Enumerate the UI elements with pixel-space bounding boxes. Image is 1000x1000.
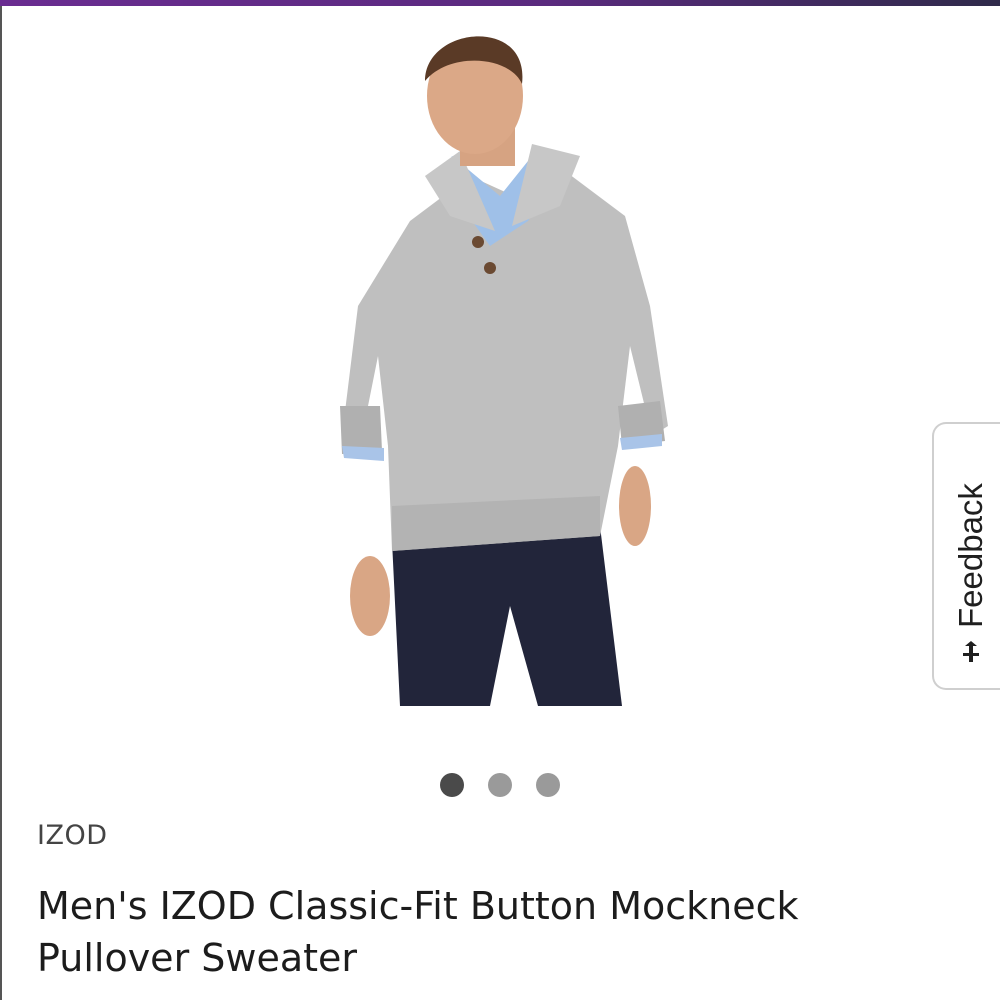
carousel-dot-2[interactable]	[488, 773, 512, 797]
feedback-icon	[959, 640, 983, 664]
feedback-label: Feedback	[952, 483, 989, 628]
left-border	[0, 6, 2, 1000]
carousel-dots	[0, 773, 1000, 799]
product-image[interactable]	[300, 6, 700, 706]
feedback-tab[interactable]: Feedback	[932, 422, 1000, 690]
carousel-dot-1[interactable]	[440, 773, 464, 797]
carousel-dot-3[interactable]	[536, 773, 560, 797]
product-brand[interactable]: IZOD	[37, 820, 108, 851]
product-title: Men's IZOD Classic-Fit Button Mockneck P…	[37, 884, 799, 980]
feedback-content: Feedback	[952, 483, 990, 664]
